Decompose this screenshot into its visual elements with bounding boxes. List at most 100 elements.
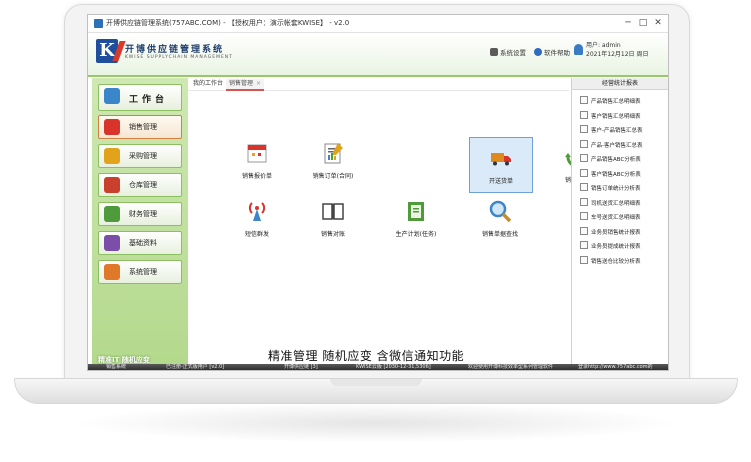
report-item[interactable]: 司机送货汇总明细表: [580, 197, 641, 207]
help-icon: [534, 48, 542, 56]
sidebar-item-base-data[interactable]: 基础资料: [98, 231, 182, 255]
help-label: 软件帮助: [544, 49, 570, 57]
report-panel-title: 经营统计报表: [572, 78, 668, 90]
report-label: 车号送货汇总明细表: [591, 215, 641, 221]
settings-label: 系统设置: [500, 49, 526, 57]
sidebar-item-workbench[interactable]: 工作台: [98, 84, 182, 111]
maximize-button[interactable]: □: [636, 17, 650, 29]
report-icon: [580, 154, 588, 162]
report-icon: [580, 139, 588, 148]
report-icon: [580, 255, 588, 264]
report-icon: [580, 197, 588, 206]
status-license: 已注册-正式版用户 [v2.0]: [166, 364, 225, 370]
tile-label: 生产计划(任务): [395, 231, 437, 238]
main-panel: 销售报价单 销售订单(合同) 开送货单 销售退货 短信群发 销售对账 生产计划(…: [188, 91, 589, 365]
report-label: 客户-产品销售汇总表: [591, 128, 643, 134]
document-chart-icon: [324, 143, 343, 164]
money-icon: [104, 206, 120, 222]
report-icon: [580, 96, 588, 104]
open-book-icon: [322, 203, 344, 220]
tab-label: 销售管理: [229, 80, 254, 87]
software-help-link[interactable]: 软件帮助: [534, 47, 570, 57]
sidebar: 工作台 销售管理 采购管理 仓库管理 财务管理 基础资料 系统管理 精准IT 随…: [92, 78, 188, 365]
sidebar-item-label: 财务管理: [129, 210, 157, 218]
report-item[interactable]: 产品-客户销售汇总表: [580, 139, 643, 149]
report-label: 司机送货汇总明细表: [591, 200, 641, 207]
tile-sms-broadcast[interactable]: 短信群发: [226, 191, 288, 245]
warehouse-icon: [104, 177, 120, 193]
tile-production-plan[interactable]: 生产计划(任务): [385, 191, 447, 245]
sidebar-item-label: 系统管理: [129, 268, 157, 276]
report-item[interactable]: 销售送仓比较分析表: [580, 255, 641, 265]
report-item[interactable]: 车号送货汇总明细表: [580, 212, 641, 221]
tile-label: 短信群发: [244, 231, 269, 238]
magnifier-icon: [489, 200, 512, 223]
sidebar-item-warehouse[interactable]: 仓库管理: [98, 173, 182, 197]
settings-icon: [490, 48, 498, 56]
books-icon: [104, 235, 120, 251]
tile-sales-doc-search[interactable]: 销售单据查找: [469, 191, 531, 245]
laptop-notch: [330, 379, 422, 386]
report-item[interactable]: 产品销售汇总明细表: [580, 96, 641, 105]
tile-sales-order[interactable]: 销售订单(合同): [302, 133, 364, 187]
sidebar-item-label: 基础资料: [129, 239, 157, 247]
truck-icon: [491, 153, 511, 166]
report-icon: [580, 110, 588, 119]
status-website: 登录http://www.757abc.com的: [578, 364, 653, 370]
main-slogan: 精准管理 随机应变 含微信通知功能: [268, 349, 465, 363]
current-date: 2021年12月12日 周日: [586, 51, 649, 58]
report-label: 销售订单统计分析表: [591, 186, 641, 192]
report-item[interactable]: 客户销售ABC分析表: [580, 168, 641, 178]
sidebar-item-label: 采购管理: [129, 152, 157, 160]
report-icon: [580, 226, 588, 235]
status-company: 开博供应链 [3]: [284, 364, 318, 370]
sidebar-item-finance[interactable]: 财务管理: [98, 202, 182, 226]
minimize-button[interactable]: ─: [621, 17, 635, 29]
tile-delivery-note[interactable]: 开送货单: [469, 137, 533, 193]
calendar-icon: [247, 144, 267, 163]
sidebar-item-label: 工作台: [129, 95, 169, 105]
workbench-icon: [104, 88, 120, 104]
window-title: 开博供应链管理系统(757ABC.COM) - 【授权用户：演示帐套KWISE】…: [106, 19, 350, 27]
sidebar-item-sales[interactable]: 销售管理: [98, 115, 182, 139]
close-button[interactable]: ✕: [651, 17, 665, 29]
status-cloud: KWISE云版 [2030-12-31,5306]: [356, 364, 431, 370]
header-banner: K 开博供应链管理系统 KWISE SUPPLYCHAIN MANAGEMENT…: [88, 33, 668, 77]
brand-subtitle: KWISE SUPPLYCHAIN MANAGEMENT: [125, 55, 233, 60]
report-icon: [580, 183, 588, 191]
tile-sales-quote[interactable]: 销售报价单: [226, 133, 288, 187]
report-icon: [580, 125, 588, 133]
tile-label: 销售单据查找: [481, 231, 518, 238]
report-item[interactable]: 产品销售ABC分析表: [580, 154, 641, 163]
tab-sales[interactable]: 销售管理 ×: [226, 79, 265, 91]
report-icon: [580, 241, 588, 249]
tile-label: 销售报价单: [241, 173, 272, 180]
report-label: 业务员销售统计报表: [591, 229, 641, 236]
report-label: 产品销售汇总明细表: [591, 99, 641, 105]
laptop-shadow: [70, 403, 682, 443]
tile-sales-reconcile[interactable]: 销售对账: [302, 191, 364, 245]
tab-close-icon[interactable]: ×: [256, 80, 261, 87]
app-icon: [94, 19, 103, 28]
report-item[interactable]: 客户-产品销售汇总表: [580, 125, 643, 134]
sale-tag-icon: [104, 119, 120, 135]
report-icon: [580, 212, 588, 220]
report-item[interactable]: 业务员销售统计报表: [580, 226, 641, 236]
tab-workbench[interactable]: 我的工作台: [190, 79, 226, 89]
sidebar-item-system[interactable]: 系统管理: [98, 260, 182, 284]
user-name: 用户: admin: [586, 42, 621, 49]
status-welcome: 欢迎使用开博科技效率型系列管理软件: [468, 364, 554, 370]
report-label: 产品-客户销售汇总表: [591, 142, 643, 149]
report-item[interactable]: 客户销售汇总明细表: [580, 110, 641, 120]
shopping-cart-icon: [104, 148, 120, 164]
ledger-icon: [408, 202, 424, 221]
system-icon: [104, 264, 120, 280]
sidebar-item-purchase[interactable]: 采购管理: [98, 144, 182, 168]
report-item[interactable]: 销售订单统计分析表: [580, 183, 641, 192]
report-icon: [580, 168, 588, 177]
title-bar: 开博供应链管理系统(757ABC.COM) - 【授权用户：演示帐套KWISE】…: [88, 15, 668, 33]
tile-label: 销售对账: [320, 231, 345, 238]
status-bar: 销售系统 已注册-正式版用户 [v2.0] 开博供应链 [3] KWISE云版 …: [88, 364, 668, 370]
system-settings-link[interactable]: 系统设置: [490, 47, 526, 57]
report-item[interactable]: 业务员提成统计报表: [580, 241, 641, 250]
